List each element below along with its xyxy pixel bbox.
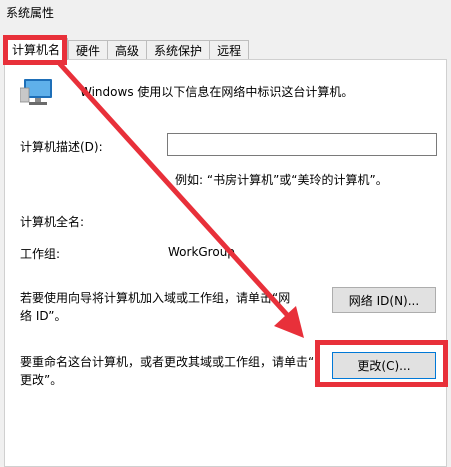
- computer-name-panel: [4, 59, 447, 467]
- tab-advanced[interactable]: 高级: [107, 40, 148, 60]
- workgroup-label: 工作组:: [20, 247, 61, 261]
- tab-hardware[interactable]: 硬件: [68, 40, 109, 60]
- rename-text-line-2: 更改”。: [20, 373, 63, 387]
- rename-description: 要重命名这台计算机，或者更改其域或工作组，请单击“ 更改”。: [20, 353, 314, 389]
- tab-system-protection[interactable]: 系统保护: [146, 40, 211, 60]
- fullname-label: 计算机全名:: [20, 215, 85, 229]
- network-id-button[interactable]: 网络 ID(N)...: [332, 287, 436, 313]
- system-properties-window: 系统属性 计算机名 硬件 高级 系统保护 远程 Windows 使用以下信息在网…: [0, 0, 451, 467]
- computer-monitor-icon: [20, 79, 52, 105]
- description-input[interactable]: [167, 133, 437, 156]
- rename-text-line-1: 要重命名这台计算机，或者更改其域或工作组，请单击“: [20, 355, 315, 369]
- workgroup-value: WorkGroup: [168, 245, 235, 259]
- description-label: 计算机描述(D):: [20, 140, 103, 154]
- window-title: 系统属性: [6, 6, 55, 20]
- tab-bar: 计算机名 硬件 高级 系统保护 远程: [4, 38, 250, 60]
- example-text: 例如: “书房计算机”或“美玲的计算机”。: [175, 173, 388, 187]
- tab-remote[interactable]: 远程: [209, 40, 250, 60]
- intro-text: Windows 使用以下信息在网络中标识这台计算机。: [80, 85, 354, 99]
- network-text-line-1: 若要使用向导将计算机加入域或工作组，请单击“网: [20, 291, 291, 305]
- network-text-line-2: 络 ID”。: [20, 309, 67, 323]
- change-button[interactable]: 更改(C)...: [332, 352, 436, 379]
- tab-computer-name[interactable]: 计算机名: [4, 38, 69, 60]
- network-id-description: 若要使用向导将计算机加入域或工作组，请单击“网 络 ID”。: [20, 289, 290, 325]
